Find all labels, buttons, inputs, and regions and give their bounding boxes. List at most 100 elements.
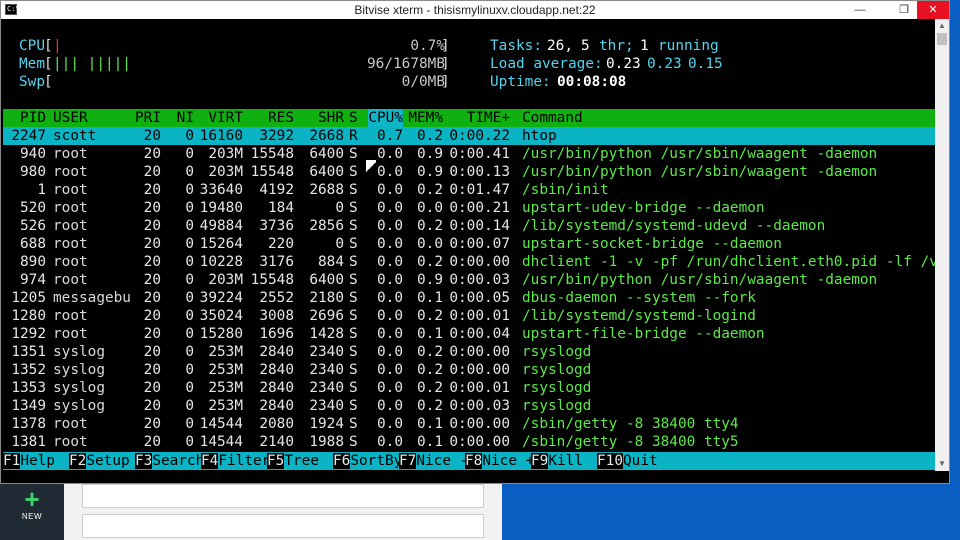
uptime-label: Uptime: <box>490 74 551 90</box>
tasks-label: Tasks: <box>490 38 542 54</box>
uptime: Uptime: 00:08:08 <box>3 73 935 91</box>
process-row[interactable]: 688 root 20 0 15264 220 0 S 0.0 0.0 0:00.07 upstart… <box>3 235 935 253</box>
cell-ni: 0 <box>185 146 194 162</box>
cell-user: scott <box>53 128 97 144</box>
cell-res: 4192 <box>259 182 294 198</box>
process-row[interactable]: 940 root 20 0 203M 15548 6400 S 0.0 0.9 0:00.41/us… <box>3 145 935 163</box>
fkey-nice[interactable]: F8Nice + <box>465 452 534 470</box>
column-header-command[interactable]: Command <box>522 109 583 127</box>
cell-cpu: 0.7 <box>377 128 403 144</box>
fkey-filter[interactable]: F4Filter <box>201 452 270 470</box>
load-5: 0.23 <box>647 56 682 72</box>
column-header-state[interactable]: S <box>349 109 358 127</box>
process-row[interactable]: 1353 syslog 20 0 253M 2840 2340 S 0.0 0.2 0:00.01 r… <box>3 379 935 397</box>
fkey-key: F9 <box>531 453 549 469</box>
cell-pri: 20 <box>143 146 161 162</box>
cell-cpu: 0.0 <box>377 182 403 198</box>
column-header-time[interactable]: TIME+ <box>467 109 510 127</box>
process-row[interactable]: 1 root 20 0 33640 4192 2688 S 0.0 0.2 0:01.47/sbin… <box>3 181 935 199</box>
htop-terminal[interactable]: CPU [ | 0.7% ] Mem [ ||| ||||| 96/1678MB… <box>3 19 935 471</box>
process-row[interactable]: 1280 root 20 0 35024 3008 2696 S 0.0 0.2 0:00.01/l… <box>3 307 935 325</box>
column-header-pri[interactable]: PRI <box>135 109 161 127</box>
process-row[interactable]: 1352 syslog 20 0 253M 2840 2340 S 0.0 0.2 0:00.00 r… <box>3 361 935 379</box>
cell-state: S <box>349 344 358 360</box>
cell-command: rsyslogd <box>522 380 592 396</box>
cell-ni: 0 <box>185 362 194 378</box>
cell-shr: 2340 <box>309 380 344 396</box>
new-button[interactable]: + NEW <box>0 486 64 534</box>
tasks-summary: Tasks: 26, 5 thr; 1 running <box>3 37 935 55</box>
cell-time: 0:00.21 <box>449 200 510 216</box>
cell-pri: 20 <box>143 218 161 234</box>
fkey-sortby[interactable]: F6SortBy <box>333 452 402 470</box>
fkey-label: Quit <box>623 453 658 469</box>
cell-virt: 15264 <box>199 236 243 252</box>
cell-time: 0:00.01 <box>449 380 510 396</box>
cell-command: /lib/systemd/systemd-logind <box>522 308 756 324</box>
cell-mem: 0.2 <box>417 182 443 198</box>
process-row[interactable]: 1205 messagebu 20 0 39224 2552 2180 S 0.0 0.1 0:00… <box>3 289 935 307</box>
scroll-down-icon[interactable]: ▼ <box>935 457 949 471</box>
column-header-res[interactable]: RES <box>268 109 294 127</box>
cell-ni: 0 <box>185 398 194 414</box>
column-header-mem[interactable]: MEM% <box>408 109 443 127</box>
cell-pid: 1 <box>37 182 46 198</box>
cell-virt: 16160 <box>199 128 243 144</box>
threads-count: 5 <box>581 38 590 54</box>
cell-shr: 1924 <box>309 416 344 432</box>
fkey-search[interactable]: F3Search <box>135 452 204 470</box>
column-header-virt[interactable]: VIRT <box>208 109 243 127</box>
fkey-help[interactable]: F1Help <box>3 452 55 470</box>
process-row[interactable]: 1349 syslog 20 0 253M 2840 2340 S 0.0 0.2 0:00.03 r… <box>3 397 935 415</box>
cell-pid: 940 <box>20 146 46 162</box>
fkey-quit[interactable]: F10Quit <box>597 452 658 470</box>
cell-shr: 1988 <box>309 434 344 450</box>
cell-command: rsyslogd <box>522 344 592 360</box>
close-button[interactable]: ✕ <box>917 1 949 19</box>
cell-pri: 20 <box>143 128 161 144</box>
process-row[interactable]: 1292 root 20 0 15280 1696 1428 S 0.0 0.1 0:00.04 up… <box>3 325 935 343</box>
fkey-nice[interactable]: F7Nice - <box>399 452 468 470</box>
cell-user: syslog <box>53 362 105 378</box>
cell-res: 2080 <box>259 416 294 432</box>
cell-pid: 1280 <box>11 308 46 324</box>
process-row[interactable]: 520 root 20 0 19480 184 0 S 0.0 0.0 0:00.21 upstart… <box>3 199 935 217</box>
process-row[interactable]: 1351 syslog 20 0 253M 2840 2340 S 0.0 0.2 0:00.00 r… <box>3 343 935 361</box>
fkey-tree[interactable]: F5Tree <box>267 452 319 470</box>
cell-state: S <box>349 272 358 288</box>
scrollbar-thumb[interactable] <box>937 33 947 45</box>
cell-mem: 0.2 <box>417 398 443 414</box>
cell-state: S <box>349 416 358 432</box>
cell-ni: 0 <box>185 236 194 252</box>
cell-user: root <box>53 200 88 216</box>
vertical-scrollbar[interactable]: ▲ ▼ <box>935 19 949 471</box>
process-row[interactable]: 1381 root 20 0 14544 2140 1988 S 0.0 0.1 0:00.00/s… <box>3 433 935 451</box>
cell-virt: 203M <box>208 272 243 288</box>
process-row[interactable]: 2247 scott 20 0 16160 3292 2668 R 0.7 0.2 0:00.22 h… <box>3 127 935 145</box>
process-row[interactable]: 526 root 20 0 49884 3736 2856 S 0.0 0.2 0:00.14/li… <box>3 217 935 235</box>
title-bar[interactable]: C:\ Bitvise xterm - thisismylinuxv.cloud… <box>1 1 949 19</box>
cell-pid: 1351 <box>11 344 46 360</box>
cell-mem: 0.2 <box>417 128 443 144</box>
process-row[interactable]: 980 root 20 0 203M 15548 6400 S 0.0 0.9 0:00.13/us… <box>3 163 935 181</box>
process-row[interactable]: 890 root 20 0 10228 3176 884 S 0.0 0.2 0:00.00 dhcl… <box>3 253 935 271</box>
process-row[interactable]: 1378 root 20 0 14544 2080 1924 S 0.0 0.1 0:00.00/s… <box>3 415 935 433</box>
restore-button[interactable]: ❐ <box>891 1 917 19</box>
cell-mem: 0.2 <box>417 218 443 234</box>
cell-shr: 1428 <box>309 326 344 342</box>
fkey-label: Search <box>152 453 205 469</box>
cell-time: 0:00.00 <box>449 344 510 360</box>
fkey-kill[interactable]: F9Kill <box>531 452 583 470</box>
fkey-setup[interactable]: F2Setup <box>69 452 130 470</box>
column-header-ni[interactable]: NI <box>177 109 194 127</box>
minimize-button[interactable]: — <box>847 1 873 19</box>
column-header-pid[interactable]: PID <box>20 109 46 127</box>
column-header-user[interactable]: USER <box>53 109 88 127</box>
column-header-cpu[interactable]: CPU% <box>368 109 403 127</box>
process-row[interactable]: 974 root 20 0 203M 15548 6400 S 0.0 0.9 0:00.03/us… <box>3 271 935 289</box>
scroll-up-icon[interactable]: ▲ <box>935 19 949 33</box>
column-header-shr[interactable]: SHR <box>318 109 344 127</box>
cell-pri: 20 <box>143 380 161 396</box>
cell-time: 0:01.47 <box>449 182 510 198</box>
cell-ni: 0 <box>185 380 194 396</box>
